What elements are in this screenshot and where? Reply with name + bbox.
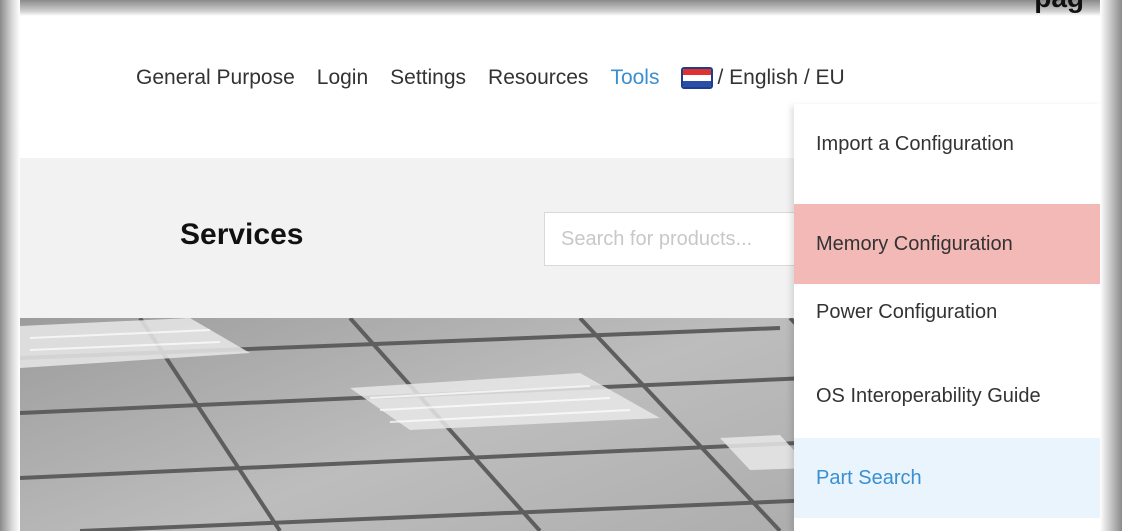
language-selector[interactable]: / English / EU bbox=[681, 66, 845, 90]
menu-item-part-search[interactable]: Part Search bbox=[794, 438, 1103, 518]
netherlands-flag-icon bbox=[681, 67, 714, 89]
main-nav: General Purpose Login Settings Resources… bbox=[136, 62, 845, 94]
menu-item-os-interoperability-guide[interactable]: OS Interoperability Guide bbox=[794, 356, 1103, 436]
menu-item-import-configuration[interactable]: Import a Configuration bbox=[794, 104, 1103, 184]
nav-login[interactable]: Login bbox=[317, 66, 368, 90]
frame-shadow-left bbox=[0, 0, 20, 531]
nav-tools[interactable]: Tools bbox=[610, 66, 659, 90]
search-box[interactable] bbox=[544, 212, 804, 266]
nav-resources[interactable]: Resources bbox=[488, 66, 588, 90]
nav-general-purpose[interactable]: General Purpose bbox=[136, 66, 295, 90]
menu-item-power-configuration[interactable]: Power Configuration bbox=[794, 272, 1103, 352]
search-input[interactable] bbox=[545, 213, 803, 265]
language-label: / English / EU bbox=[717, 66, 845, 89]
frame-shadow-right bbox=[1100, 0, 1122, 531]
frame-shadow-top bbox=[0, 0, 1122, 16]
tools-dropdown-menu: Import a Configuration Memory Configurat… bbox=[794, 104, 1103, 531]
page-title: Services bbox=[180, 218, 304, 251]
screenshot-frame: pag General Purpose Login Settings Resou… bbox=[0, 0, 1122, 531]
nav-settings[interactable]: Settings bbox=[390, 66, 466, 90]
page-header-fragment: pag bbox=[1034, 0, 1084, 14]
